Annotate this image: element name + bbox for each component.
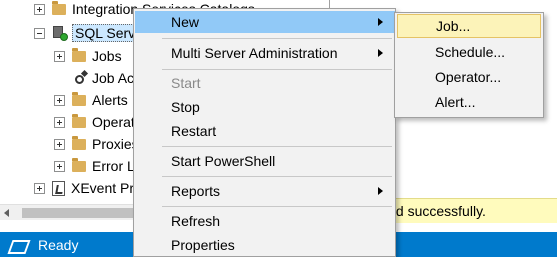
tree-item-label: Proxies: [92, 136, 139, 152]
folder-icon: [72, 135, 86, 150]
expand-icon[interactable]: [54, 138, 65, 150]
collapse-icon[interactable]: [34, 27, 45, 39]
tree-item-label: Jobs: [92, 48, 122, 64]
job-activity-icon: [72, 69, 89, 86]
tree-item-alerts[interactable]: Alerts: [54, 89, 128, 111]
tree-item-jobs[interactable]: Jobs: [54, 45, 122, 67]
menu-item-label: Start: [171, 75, 201, 91]
expand-icon[interactable]: [54, 94, 65, 106]
menu-item-label: Properties: [171, 237, 235, 253]
scroll-left-icon[interactable]: [4, 209, 9, 217]
menu-item-restart[interactable]: Restart: [135, 120, 395, 142]
expand-icon[interactable]: [34, 3, 45, 15]
menu-item-stop[interactable]: Stop: [135, 96, 395, 118]
menu-separator: [162, 69, 392, 70]
menu-item-label: Restart: [171, 123, 217, 139]
menu-separator: [162, 146, 392, 147]
submenu-item-label: Operator...: [435, 69, 502, 85]
status-text: Ready: [38, 236, 79, 253]
menu-item-properties[interactable]: Properties: [135, 234, 395, 256]
menu-separator: [162, 206, 392, 207]
menu-item-reports[interactable]: Reports: [135, 180, 395, 202]
expand-icon[interactable]: [54, 50, 65, 62]
folder-icon: [52, 0, 66, 15]
menu-item-new[interactable]: New: [135, 11, 395, 33]
xevent-icon: [52, 180, 65, 196]
submenu-item-schedule[interactable]: Schedule...: [397, 40, 541, 64]
tree-item-label: Alerts: [92, 92, 128, 108]
submenu-arrow-icon: [378, 49, 383, 57]
menu-item-label: New: [171, 14, 200, 30]
submenu-item-operator[interactable]: Operator...: [397, 65, 541, 89]
menu-item-start: Start: [135, 72, 395, 94]
expand-icon[interactable]: [34, 182, 45, 194]
menu-item-label: Stop: [171, 99, 200, 115]
submenu-item-job[interactable]: Job...: [397, 14, 541, 38]
submenu-item-label: Alert...: [435, 94, 476, 110]
folder-icon: [72, 47, 86, 62]
menu-item-multi-server-administration[interactable]: Multi Server Administration: [135, 42, 395, 64]
submenu-arrow-icon: [378, 187, 383, 195]
menu-item-label: Start PowerShell: [171, 153, 276, 169]
folder-icon: [72, 113, 86, 128]
ready-icon: [10, 238, 28, 252]
menu-separator: [162, 176, 392, 177]
sql-agent-icon: [52, 25, 68, 41]
folder-icon: [72, 157, 86, 172]
menu-item-label: Multi Server Administration: [171, 45, 338, 61]
scrollbar-thumb[interactable]: [22, 208, 142, 218]
expand-icon[interactable]: [54, 116, 65, 128]
menu-item-label: Reports: [171, 183, 221, 199]
new-submenu: Job... Schedule... Operator... Alert...: [394, 12, 544, 118]
submenu-arrow-icon: [378, 18, 383, 26]
submenu-item-label: Job...: [436, 18, 471, 34]
expand-icon[interactable]: [54, 160, 65, 172]
tree-item-proxies[interactable]: Proxies: [54, 133, 139, 155]
menu-item-label: Refresh: [171, 213, 221, 229]
submenu-item-alert[interactable]: Alert...: [397, 90, 541, 114]
context-menu: New Multi Server Administration Start St…: [133, 8, 396, 257]
folder-icon: [72, 91, 86, 106]
menu-item-refresh[interactable]: Refresh: [135, 210, 395, 232]
menu-separator: [162, 38, 392, 39]
submenu-item-label: Schedule...: [435, 44, 506, 60]
menu-item-start-powershell[interactable]: Start PowerShell: [135, 150, 395, 172]
